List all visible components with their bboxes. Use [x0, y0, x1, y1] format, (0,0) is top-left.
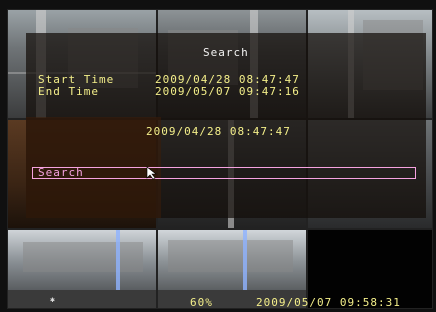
status-indicator: 60%: [190, 296, 213, 309]
window-shape: [23, 242, 143, 272]
end-time-field[interactable]: 2009/05/07 09:47:16: [155, 86, 300, 98]
search-button[interactable]: Search: [32, 167, 416, 179]
dvr-screen: Search Start Time End Time 2009/04/28 08…: [0, 0, 436, 312]
mouse-cursor-icon: [146, 166, 157, 180]
floor-shape: [8, 290, 156, 308]
dialog-title: Search: [203, 46, 249, 59]
window-shape: [168, 240, 293, 272]
end-time-label: End Time: [38, 85, 99, 98]
camera-marker-icon: ✱: [50, 295, 55, 304]
camera-tile-7[interactable]: [7, 229, 157, 309]
selected-time-field[interactable]: 2009/04/28 08:47:47: [146, 126, 291, 138]
status-timestamp: 2009/05/07 09:58:31: [256, 296, 401, 309]
search-button-label: Search: [38, 166, 84, 179]
